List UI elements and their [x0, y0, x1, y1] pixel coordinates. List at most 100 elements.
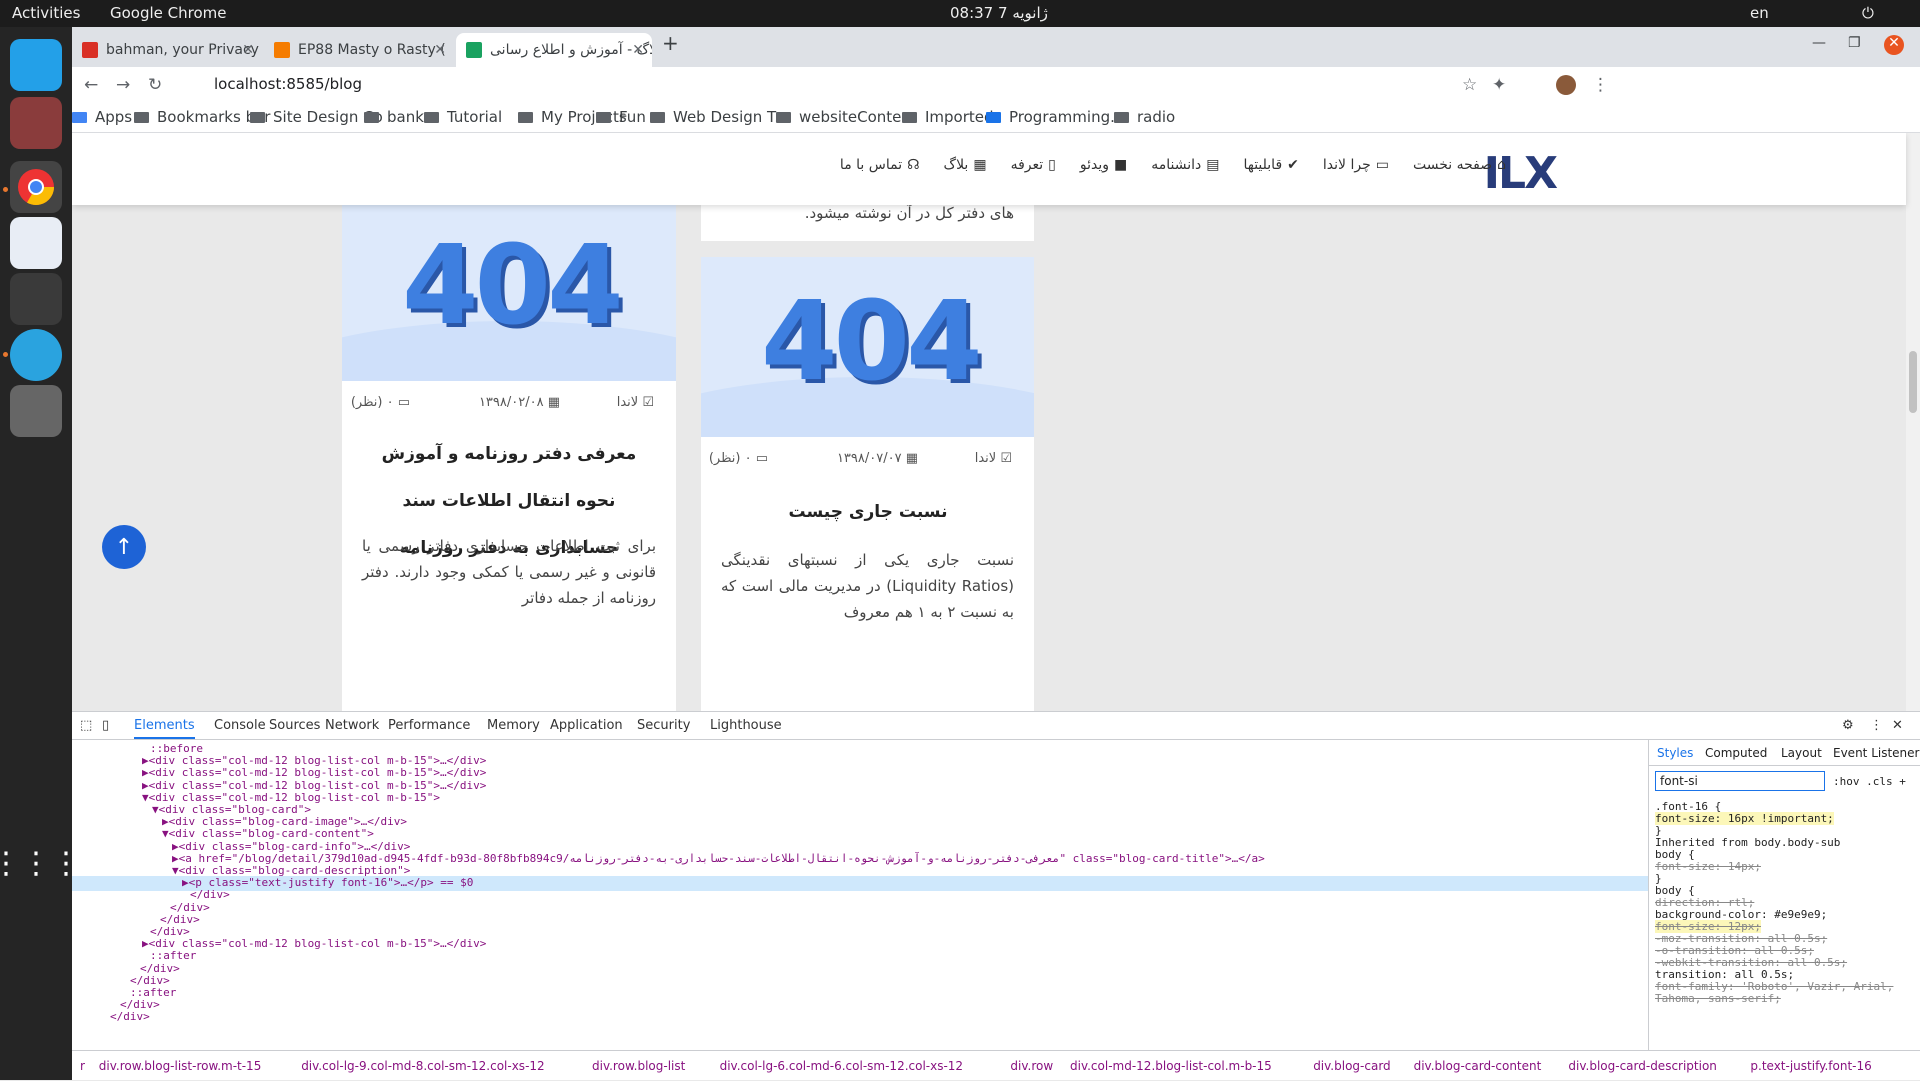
- tab-event-listeners[interactable]: Event Listeners: [1833, 746, 1920, 760]
- telegram-icon[interactable]: [10, 329, 62, 381]
- bookmark-item[interactable]: Imported: [902, 108, 994, 126]
- tab-performance[interactable]: Performance: [388, 718, 470, 733]
- bookmark-item[interactable]: radio: [1114, 108, 1175, 126]
- dom-node-line[interactable]: </div>: [72, 1010, 1648, 1025]
- scrollbar-thumb[interactable]: [1909, 351, 1917, 413]
- breadcrumb-item[interactable]: p.text-justify.font-16: [1750, 1059, 1871, 1073]
- tab-security[interactable]: Security: [637, 718, 690, 733]
- site-logo[interactable]: ILX: [1484, 148, 1558, 199]
- tab-lighthouse[interactable]: Lighthouse: [710, 718, 782, 733]
- menu-icon[interactable]: ⋮: [1592, 75, 1609, 95]
- dbeaver-icon[interactable]: [10, 273, 62, 325]
- scroll-to-top-button[interactable]: ↑: [102, 525, 146, 569]
- minimize-icon[interactable]: —: [1812, 35, 1826, 51]
- menu-knowledge[interactable]: ▤ دانشنامه: [1151, 157, 1219, 173]
- breadcrumb-item[interactable]: div.col-lg-9.col-md-8.col-sm-12.col-xs-1…: [301, 1059, 544, 1073]
- language-indicator[interactable]: en: [1750, 4, 1769, 22]
- tab-gmail[interactable]: bahman, your Privacy Che ✕: [72, 33, 262, 67]
- menu-pricing[interactable]: ▯ تعرفه: [1011, 157, 1056, 173]
- close-tab-icon[interactable]: ✕: [434, 42, 446, 58]
- breadcrumb-item[interactable]: div.col-lg-6.col-md-6.col-sm-12.col-xs-1…: [720, 1059, 963, 1073]
- tab-strip: bahman, your Privacy Che ✕ EP88 Masty o …: [72, 27, 1920, 67]
- elements-tree[interactable]: ::before ▶<div class="col-md-12 blog-list…: [72, 740, 1648, 1050]
- bookmark-item[interactable]: websiteConte...: [776, 108, 916, 126]
- card-comments[interactable]: ▭ ۰ (نظر): [351, 395, 410, 410]
- files-icon[interactable]: [10, 97, 62, 149]
- tab-memory[interactable]: Memory: [487, 718, 540, 733]
- breadcrumb-item[interactable]: div.col-md-12.blog-list-col.m-b-15: [1070, 1059, 1272, 1073]
- styles-filter-input[interactable]: font-si: [1655, 771, 1825, 791]
- hov-toggle[interactable]: :hov .cls +: [1833, 775, 1906, 788]
- card-image[interactable]: 404: [701, 257, 1034, 437]
- breadcrumb-item[interactable]: div.row.blog-list: [592, 1059, 685, 1073]
- close-tab-icon[interactable]: ✕: [632, 42, 644, 58]
- card-author[interactable]: ☑ لاندا: [975, 451, 1012, 466]
- tab-youtube[interactable]: EP88 Masty o Rasty ( ✕: [264, 33, 454, 67]
- close-tab-icon[interactable]: ✕: [242, 42, 254, 58]
- avatar[interactable]: [1556, 75, 1576, 95]
- menu-video[interactable]: ■ ویدئو: [1080, 157, 1127, 173]
- tab-console[interactable]: Console: [214, 718, 266, 733]
- tab-application[interactable]: Application: [550, 718, 623, 733]
- menu-features[interactable]: ✔ قابلیتها: [1243, 157, 1298, 173]
- bookmark-item[interactable]: bank: [364, 108, 424, 126]
- forward-icon[interactable]: →: [116, 75, 130, 95]
- address-bar[interactable]: localhost:8585/blog: [184, 71, 1834, 99]
- activities-button[interactable]: Activities: [12, 4, 80, 22]
- close-devtools-icon[interactable]: ✕: [1892, 718, 1903, 733]
- text-editor-icon[interactable]: [10, 217, 62, 269]
- bookmark-apps[interactable]: Apps: [72, 108, 132, 126]
- maximize-icon[interactable]: ❐: [1848, 35, 1861, 51]
- style-rule-line[interactable]: font-size: 16px !important;: [1655, 812, 1834, 825]
- folder-icon: [518, 111, 533, 123]
- page-scrollbar[interactable]: [1906, 133, 1920, 711]
- close-window-icon[interactable]: ✕: [1884, 35, 1904, 55]
- card-author[interactable]: ☑ لاندا: [617, 395, 654, 410]
- extensions-icon[interactable]: ✦: [1492, 75, 1506, 95]
- menu-contact[interactable]: ☊ تماس با ما: [840, 157, 920, 173]
- style-rule-line[interactable]: font-size: 14px;: [1655, 860, 1761, 873]
- device-toolbar-icon[interactable]: ▯: [102, 718, 109, 733]
- breadcrumb-item[interactable]: div.row.blog-list-row.m-t-15: [99, 1059, 262, 1073]
- breadcrumb-item[interactable]: div.blog-card-description: [1568, 1059, 1717, 1073]
- bookmark-item[interactable]: Programming...: [986, 108, 1124, 126]
- inspect-icon[interactable]: ⬚: [80, 718, 92, 733]
- breadcrumb-item[interactable]: r: [80, 1059, 85, 1073]
- new-tab-icon[interactable]: +: [662, 31, 679, 55]
- bookmark-item[interactable]: Tutorial: [424, 108, 502, 126]
- vscode-icon[interactable]: [10, 39, 62, 91]
- card-comments[interactable]: ▭ ۰ (نظر): [709, 451, 768, 466]
- menu-blog[interactable]: ▦ بلاگ: [944, 157, 987, 173]
- clock[interactable]: 08:37 ژانویه 7: [950, 4, 1048, 22]
- power-icon[interactable]: ⏻: [1862, 4, 1874, 22]
- style-rule-line[interactable]: Tahoma, sans-serif;: [1655, 992, 1781, 1005]
- tab-layout[interactable]: Layout: [1781, 746, 1822, 760]
- chrome-icon[interactable]: [10, 161, 62, 213]
- breadcrumb-item[interactable]: div.blog-card: [1313, 1059, 1390, 1073]
- tab-blog[interactable]: بلاگ - آموزش و اطلاع رسانی ✕: [456, 33, 652, 67]
- tab-elements[interactable]: Elements: [134, 718, 195, 739]
- tab-styles[interactable]: Styles: [1657, 746, 1693, 760]
- disk-icon[interactable]: [10, 385, 62, 437]
- tab-network[interactable]: Network: [325, 718, 379, 733]
- back-icon[interactable]: ←: [84, 75, 98, 95]
- show-apps-icon[interactable]: ⋮⋮⋮: [0, 837, 81, 889]
- devtools-tabs: ⬚ ▯ Elements Console Sources Network Per…: [72, 712, 1920, 740]
- card-image[interactable]: 404: [342, 201, 676, 381]
- tab-sources[interactable]: Sources: [269, 718, 320, 733]
- star-icon[interactable]: ☆: [1462, 75, 1477, 95]
- card-title-link[interactable]: نسبت جاری چیست: [719, 489, 1017, 536]
- calendar-icon: ▦: [901, 451, 918, 466]
- menu-why[interactable]: ▭ چرا لاندا: [1323, 157, 1389, 173]
- tab-computed[interactable]: Computed: [1705, 746, 1767, 760]
- bookmark-item[interactable]: Fun: [596, 108, 646, 126]
- menu-home[interactable]: ⌂ صفحه نخست: [1413, 157, 1506, 173]
- bookmark-item[interactable]: Web Design T...: [650, 108, 789, 126]
- app-menu[interactable]: Google Chrome: [110, 4, 227, 22]
- more-icon[interactable]: ⋮: [1870, 718, 1883, 733]
- settings-icon[interactable]: ⚙: [1842, 718, 1854, 733]
- breadcrumb-item[interactable]: div.blog-card-content: [1414, 1059, 1542, 1073]
- reload-icon[interactable]: ↻: [148, 75, 162, 95]
- bookmark-item[interactable]: Site Design Co: [250, 108, 383, 126]
- breadcrumb-item[interactable]: div.row: [1010, 1059, 1053, 1073]
